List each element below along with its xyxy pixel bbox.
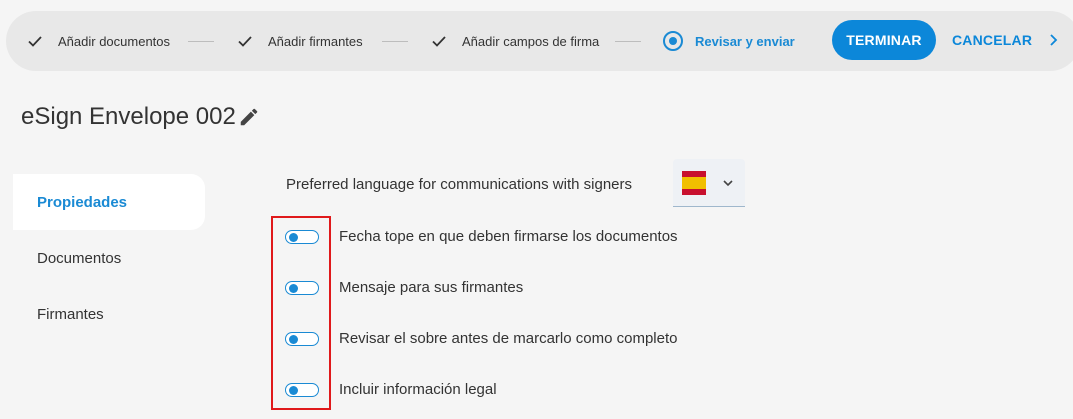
option-deadline: Fecha tope en que deben firmarse los doc… bbox=[285, 228, 678, 245]
deadline-toggle[interactable] bbox=[285, 229, 319, 244]
sidebar-nav: Propiedades Documentos Firmantes bbox=[13, 174, 205, 342]
chevron-right-icon[interactable] bbox=[1046, 33, 1060, 47]
chevron-down-icon bbox=[723, 179, 733, 186]
progress-stepper: Añadir documentos Añadir firmantes Añadi… bbox=[6, 11, 1073, 71]
check-icon bbox=[28, 36, 42, 47]
sidebar-item-label: Propiedades bbox=[37, 193, 128, 211]
envelope-title-row: eSign Envelope 002 bbox=[21, 103, 260, 131]
step-label: Añadir documentos bbox=[58, 33, 171, 49]
step-label: Revisar y enviar bbox=[695, 33, 795, 49]
sidebar-item-documents[interactable]: Documentos bbox=[13, 230, 205, 286]
language-select[interactable] bbox=[673, 159, 745, 207]
option-signer-message: Mensaje para sus firmantes bbox=[285, 279, 523, 296]
signer-message-toggle[interactable] bbox=[285, 280, 319, 295]
check-icon bbox=[432, 36, 446, 47]
option-label: Incluir información legal bbox=[339, 381, 497, 398]
step-label: Añadir firmantes bbox=[268, 33, 363, 49]
step-label: Añadir campos de firma bbox=[462, 33, 600, 49]
review-envelope-toggle[interactable] bbox=[285, 331, 319, 346]
option-label: Mensaje para sus firmantes bbox=[339, 279, 524, 296]
step-add-signature-fields[interactable]: Añadir campos de firma bbox=[432, 11, 599, 71]
option-label: Fecha tope en que deben firmarse los doc… bbox=[339, 228, 678, 245]
active-step-icon bbox=[663, 31, 683, 51]
cancel-button[interactable]: CANCELAR bbox=[952, 20, 1032, 60]
check-icon bbox=[238, 36, 252, 47]
pencil-edit-icon[interactable] bbox=[238, 106, 260, 128]
step-divider bbox=[615, 41, 641, 42]
spain-flag-icon bbox=[682, 170, 706, 195]
option-review-envelope: Revisar el sobre antes de marcarlo como … bbox=[285, 330, 677, 347]
legal-info-toggle[interactable] bbox=[285, 382, 319, 397]
option-legal-info: Incluir información legal bbox=[285, 381, 497, 398]
option-label: Revisar el sobre antes de marcarlo como … bbox=[339, 330, 678, 347]
step-add-signers[interactable]: Añadir firmantes bbox=[238, 11, 363, 71]
sidebar-item-properties[interactable]: Propiedades bbox=[13, 174, 205, 230]
step-divider bbox=[188, 41, 214, 42]
step-add-documents[interactable]: Añadir documentos bbox=[28, 11, 170, 71]
sidebar-item-label: Firmantes bbox=[37, 305, 104, 323]
step-review-and-send[interactable]: Revisar y enviar bbox=[663, 11, 795, 71]
finish-button[interactable]: TERMINAR bbox=[832, 20, 936, 60]
sidebar-item-signers[interactable]: Firmantes bbox=[13, 286, 205, 342]
sidebar-item-label: Documentos bbox=[37, 249, 122, 267]
step-divider bbox=[382, 41, 408, 42]
language-label: Preferred language for communications wi… bbox=[286, 176, 633, 193]
page-title: eSign Envelope 002 bbox=[21, 103, 236, 130]
